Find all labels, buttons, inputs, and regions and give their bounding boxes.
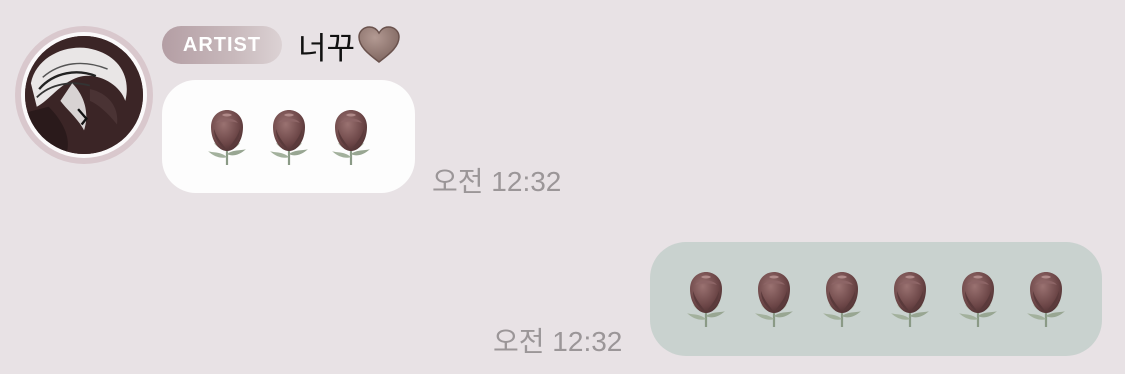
artist-badge: ARTIST: [162, 26, 282, 64]
sender-name-row: 너꾸: [298, 22, 401, 68]
outgoing-message-bubble[interactable]: 🌹🌹🌹🌹🌹🌹: [650, 242, 1102, 356]
brown-heart-icon: [358, 26, 400, 63]
incoming-message-bubble[interactable]: 🌹🌹🌹: [162, 80, 415, 193]
rose-icon: [957, 270, 999, 329]
incoming-timestamp: 오전 12:32: [432, 166, 562, 197]
rose-icon: [753, 270, 795, 329]
rose-icon: [268, 108, 309, 166]
rose-icon: [330, 108, 371, 166]
outgoing-timestamp: 오전 12:32: [493, 326, 623, 357]
rose-icon: [685, 270, 727, 329]
avatar-border: [21, 32, 147, 158]
avatar-illustration-icon: [25, 36, 143, 154]
rose-icon: [1025, 270, 1067, 329]
rose-icon: [206, 108, 247, 166]
rose-icon: [821, 270, 863, 329]
avatar[interactable]: [15, 26, 153, 164]
rose-icon: [889, 270, 931, 329]
sender-name: 너꾸: [298, 30, 356, 66]
avatar-image: [25, 36, 143, 154]
